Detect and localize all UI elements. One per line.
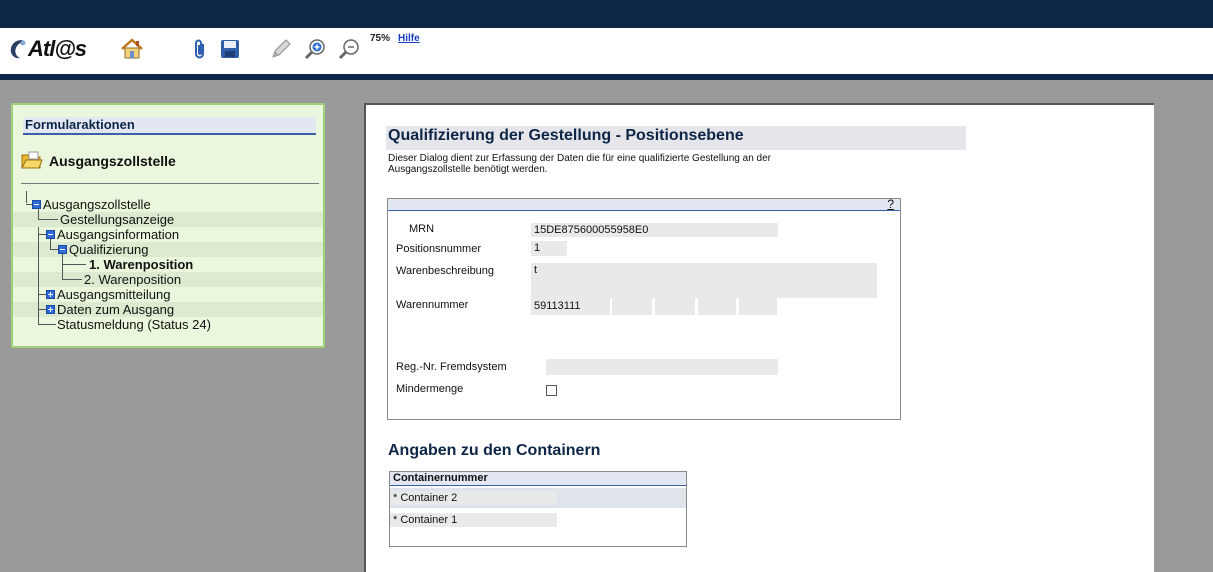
tree-item-label: Gestellungsanzeige [60, 212, 175, 227]
mindermenge-checkbox[interactable] [546, 385, 557, 396]
container-cell: * Container 1 [390, 513, 557, 527]
tree-item-label: Ausgangszollstelle [43, 197, 151, 212]
tree-item-label: 2. Warenposition [84, 272, 182, 287]
warennummer-ext-field-4[interactable] [739, 298, 777, 315]
tree-item-ausgangsmitteilung[interactable]: Ausgangsmitteilung [13, 287, 323, 302]
tree-item-warenposition-2[interactable]: 2. Warenposition [13, 272, 323, 287]
containers-table: Containernummer * Container 2 * Containe… [389, 471, 687, 547]
positionsnummer-label: Positionsnummer [396, 243, 481, 255]
form-description: Dieser Dialog dient zur Erfassung der Da… [388, 153, 771, 175]
position-details-box: ? MRN 15DE875600055958E0 Positionsnummer… [387, 197, 901, 420]
logo-text: Atl@s [28, 36, 87, 61]
reg-nr-field[interactable] [546, 359, 778, 375]
warenbeschreibung-label: Warenbeschreibung [396, 265, 495, 277]
tree-item-statusmeldung[interactable]: Statusmeldung (Status 24) [13, 317, 323, 332]
collapse-icon[interactable] [32, 200, 41, 209]
warennummer-ext-field-2[interactable] [655, 298, 695, 315]
panel-divider [21, 183, 319, 184]
collapse-icon[interactable] [46, 230, 55, 239]
panel-title-text: Ausgangszollstelle [49, 153, 176, 169]
containers-section-title: Angaben zu den Containern [388, 442, 601, 459]
help-link[interactable]: Hilfe [398, 33, 420, 44]
details-header-bar: ? [388, 197, 900, 211]
paperclip-icon[interactable] [187, 36, 213, 62]
atlas-logo: Atl@s [8, 34, 87, 64]
tree-item-label: 1. Warenposition [89, 257, 194, 272]
tree-item-qualifizierung[interactable]: Qualifizierung [13, 239, 323, 257]
page-title: Qualifizierung der Gestellung - Position… [386, 126, 966, 150]
warennummer-ext-field-3[interactable] [698, 298, 736, 315]
zoom-in-icon[interactable] [302, 36, 328, 62]
column-header-containernummer[interactable]: Containernummer [390, 472, 686, 486]
warenbeschreibung-field[interactable]: t [531, 263, 877, 298]
toolbar: Atl@s 75% Hilfe [0, 28, 1213, 74]
tree-item-warenposition-1[interactable]: 1. Warenposition [13, 254, 323, 272]
help-icon[interactable]: ? [887, 197, 894, 211]
warennummer-ext-field-1[interactable] [612, 298, 652, 315]
save-icon[interactable] [217, 36, 243, 62]
zoom-level: 75% [370, 33, 391, 44]
mindermenge-label: Mindermenge [396, 383, 464, 395]
pencil-icon[interactable] [268, 36, 294, 62]
home-icon[interactable] [119, 36, 145, 62]
open-folder-icon [21, 151, 43, 169]
form-actions-panel: Formularaktionen Ausgangszollstelle Ausg… [11, 103, 325, 348]
logo-swoosh-icon [10, 40, 26, 59]
tree-item-label: Ausgangsmitteilung [57, 287, 171, 302]
warennummer-label: Warennummer [396, 299, 469, 311]
expand-icon[interactable] [46, 290, 55, 299]
tree-item-daten-zum-ausgang[interactable]: Daten zum Ausgang [13, 302, 323, 317]
panel-header: Formularaktionen [23, 117, 316, 135]
mrn-field[interactable]: 15DE875600055958E0 [531, 223, 778, 237]
top-band [0, 0, 1213, 28]
expand-icon[interactable] [46, 305, 55, 314]
tree-item-label: Daten zum Ausgang [57, 302, 175, 317]
toolbar-divider [0, 74, 1213, 80]
tree-item-gestellungsanzeige[interactable]: Gestellungsanzeige [13, 208, 323, 227]
tree-item-ausgangsinformation[interactable]: Ausgangsinformation [13, 227, 323, 242]
tree-item-label: Statusmeldung (Status 24) [57, 317, 211, 332]
container-cell: * Container 2 [390, 491, 557, 505]
reg-nr-label: Reg.-Nr. Fremdsystem [396, 361, 507, 373]
table-row[interactable]: * Container 1 [390, 510, 686, 530]
collapse-icon[interactable] [58, 245, 67, 254]
warennummer-field[interactable]: 59113111 [531, 298, 610, 315]
panel-title: Ausgangszollstelle [21, 151, 176, 171]
zoom-out-icon[interactable] [336, 36, 362, 62]
tree-item-label: Ausgangsinformation [57, 227, 180, 242]
navigation-tree: Ausgangszollstelle Gestellungsanzeige Au… [13, 191, 323, 332]
mrn-label: MRN [409, 223, 435, 235]
table-row[interactable]: * Container 2 [390, 488, 686, 508]
positionsnummer-field[interactable]: 1 [531, 241, 567, 256]
tree-item-label: Qualifizierung [69, 242, 149, 257]
tree-item-ausgangszollstelle[interactable]: Ausgangszollstelle [13, 191, 323, 212]
